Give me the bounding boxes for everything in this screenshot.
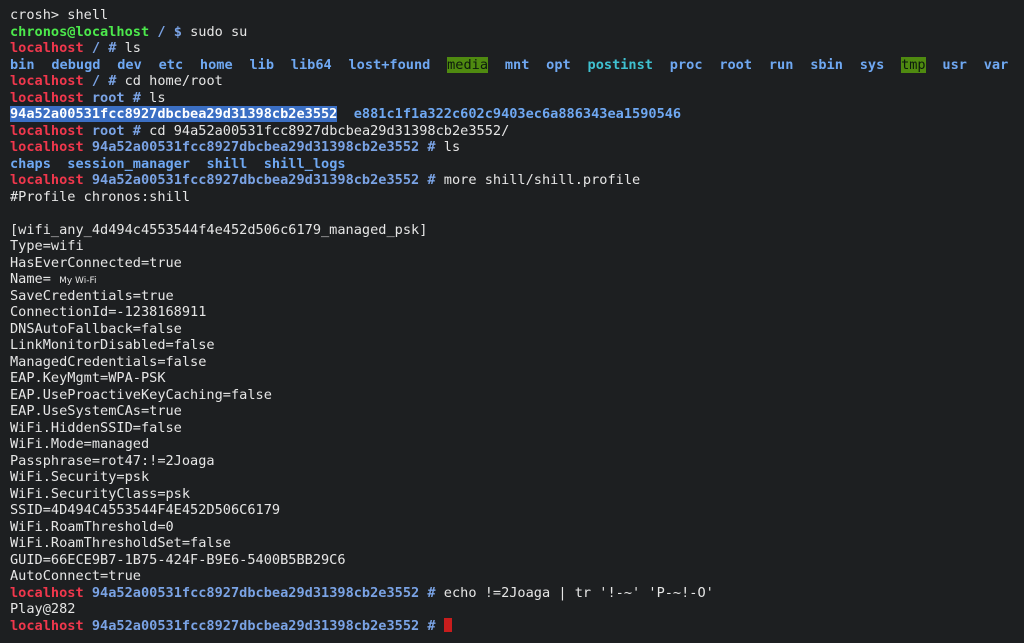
directory-entry: lost+found xyxy=(348,56,431,73)
prompt-path: / $ xyxy=(149,23,182,40)
output-line: [wifi_any_4d494c4553544f4e452d506c6179_m… xyxy=(10,221,428,238)
command-text: ls xyxy=(435,139,461,155)
key-text: Name= xyxy=(10,271,60,287)
prompt-path: / # xyxy=(83,73,117,89)
prompt-path: 94a52a00531fcc8927dbcbea29d31398cb2e3552… xyxy=(83,617,436,634)
prompt-host: localhost xyxy=(10,617,84,634)
prompt-host: localhost xyxy=(10,73,84,89)
terminal-line: localhost 94a52a00531fcc8927dbcbea29d313… xyxy=(10,139,1020,156)
output-line: WiFi.HiddenSSID=false xyxy=(10,419,182,436)
decoded-password-line: Play@282 xyxy=(10,601,76,617)
output-line: #Profile chronos:shill xyxy=(10,188,191,205)
command-text: more shill/shill.profile xyxy=(435,172,641,188)
directory-entry: lib64 xyxy=(290,56,332,73)
crosh-prompt: crosh> xyxy=(10,7,60,23)
ls-output-root: bin debugd dev etc home lib lib64 lost+f… xyxy=(10,56,1020,74)
output-line: EAP.UseProactiveKeyCaching=false xyxy=(10,386,272,403)
ssid-name-value: My Wi-Fi xyxy=(59,276,97,286)
directory-entry: shill xyxy=(206,155,248,172)
directory-entry: bin xyxy=(10,56,35,73)
command-text: cd 94a52a00531fcc8927dbcbea29d31398cb2e3… xyxy=(140,122,510,139)
current-prompt-line[interactable]: localhost 94a52a00531fcc8927dbcbea29d313… xyxy=(10,617,1020,635)
directory-entry: media xyxy=(447,56,489,73)
directory-entry: chaps xyxy=(10,155,51,172)
prompt-host: localhost xyxy=(10,40,84,56)
output-line: HasEverConnected=true xyxy=(10,254,182,271)
terminal-line: localhost 94a52a00531fcc8927dbcbea29d313… xyxy=(10,172,1020,189)
prompt-host: localhost xyxy=(10,172,84,188)
terminal-line: localhost / # cd home/root xyxy=(10,73,1020,90)
output-line: LinkMonitorDisabled=false xyxy=(10,337,215,353)
command-text: ls xyxy=(116,40,141,56)
directory-entry: dev xyxy=(117,56,142,73)
output-line: WiFi.SecurityClass=psk xyxy=(10,485,191,502)
prompt-host: localhost xyxy=(10,584,84,601)
terminal-line: localhost root # cd 94a52a00531fcc8927db… xyxy=(10,123,1020,140)
output-line: EAP.UseSystemCAs=true xyxy=(10,403,182,419)
command-input[interactable] xyxy=(436,618,444,634)
output-line: ManagedCredentials=false xyxy=(10,353,207,370)
command-text: ls xyxy=(140,89,166,106)
directory-entry: mnt xyxy=(504,56,530,73)
output-line-blank xyxy=(10,205,1020,222)
directory-entry: etc xyxy=(158,56,184,73)
prompt-path: root # xyxy=(83,89,141,106)
prompt-path: root # xyxy=(83,122,141,139)
directory-entry: tmp xyxy=(901,56,926,73)
output-line: WiFi.RoamThreshold=0 xyxy=(10,518,174,535)
prompt-host: localhost xyxy=(10,89,84,106)
output-line: SaveCredentials=true xyxy=(10,287,174,304)
prompt-host: localhost xyxy=(10,139,84,155)
output-line: WiFi.RoamThresholdSet=false xyxy=(10,535,231,551)
directory-entry: e881c1f1a322c602c9403ec6a886343ea1590546 xyxy=(353,106,682,122)
terminal-window[interactable]: crosh> shell chronos@localhost / $ sudo … xyxy=(10,7,1020,639)
terminal-line: localhost root # ls xyxy=(10,90,1020,107)
directory-entry: postinst xyxy=(587,56,653,73)
directory-entry: opt xyxy=(546,56,571,73)
directory-entry: debugd xyxy=(51,56,101,73)
selected-directory[interactable]: 94a52a00531fcc8927dbcbea29d31398cb2e3552 xyxy=(10,106,338,122)
directory-entry: proc xyxy=(669,56,703,73)
directory-entry: root xyxy=(719,56,753,73)
terminal-line: chronos@localhost / $ sudo su xyxy=(10,24,1020,41)
output-line: ConnectionId=-1238168911 xyxy=(10,304,207,320)
output-line: SSID=4D494C4553544F4E452D506C6179 xyxy=(10,502,281,518)
prompt-user: chronos@localhost xyxy=(10,23,150,40)
output-line: Type=wifi xyxy=(10,238,84,254)
directory-entry: home xyxy=(199,56,233,73)
prompt-path: 94a52a00531fcc8927dbcbea29d31398cb2e3552… xyxy=(83,584,436,601)
directory-entry: lib xyxy=(249,56,275,73)
directory-entry: session_manager xyxy=(67,155,191,172)
text-cursor xyxy=(443,617,452,632)
output-line: DNSAutoFallback=false xyxy=(10,320,182,337)
output-line: Name= My Wi-Fi xyxy=(10,271,1020,288)
prompt-path: 94a52a00531fcc8927dbcbea29d31398cb2e3552… xyxy=(83,172,436,188)
terminal-line: crosh> shell xyxy=(10,7,1020,24)
command-text: sudo su xyxy=(181,23,248,40)
terminal-line: 94a52a00531fcc8927dbcbea29d31398cb2e3552… xyxy=(10,106,1020,123)
directory-entry: usr xyxy=(942,56,967,73)
terminal-line: localhost 94a52a00531fcc8927dbcbea29d313… xyxy=(10,585,1020,602)
output-line: GUID=66ECE9B7-1B75-424F-B9E6-5400B5BB29C… xyxy=(10,551,346,568)
command-text: echo !=2Joaga | tr '!-~' 'P-~!-O' xyxy=(435,584,714,601)
command-text: shell xyxy=(59,7,109,23)
output-line: AutoConnect=true xyxy=(10,568,141,584)
ls-output-user: chaps session_manager shill shill_logs xyxy=(10,156,1020,173)
terminal-line: localhost / # ls xyxy=(10,40,1020,57)
directory-entry: var xyxy=(983,56,1009,73)
directory-entry: shill_logs xyxy=(263,155,346,172)
command-text: cd home/root xyxy=(116,73,223,89)
passphrase-line: Passphrase=rot47:!=2Joaga xyxy=(10,452,215,469)
prompt-path: / # xyxy=(83,40,117,56)
output-line: WiFi.Security=psk xyxy=(10,469,150,485)
directory-entry: sbin xyxy=(810,56,843,73)
prompt-host: localhost xyxy=(10,122,84,139)
output-line: EAP.KeyMgmt=WPA-PSK xyxy=(10,370,166,386)
prompt-path: 94a52a00531fcc8927dbcbea29d31398cb2e3552… xyxy=(83,139,436,155)
output-line: WiFi.Mode=managed xyxy=(10,436,150,452)
directory-entry: sys xyxy=(859,56,885,73)
directory-entry: run xyxy=(768,56,794,73)
